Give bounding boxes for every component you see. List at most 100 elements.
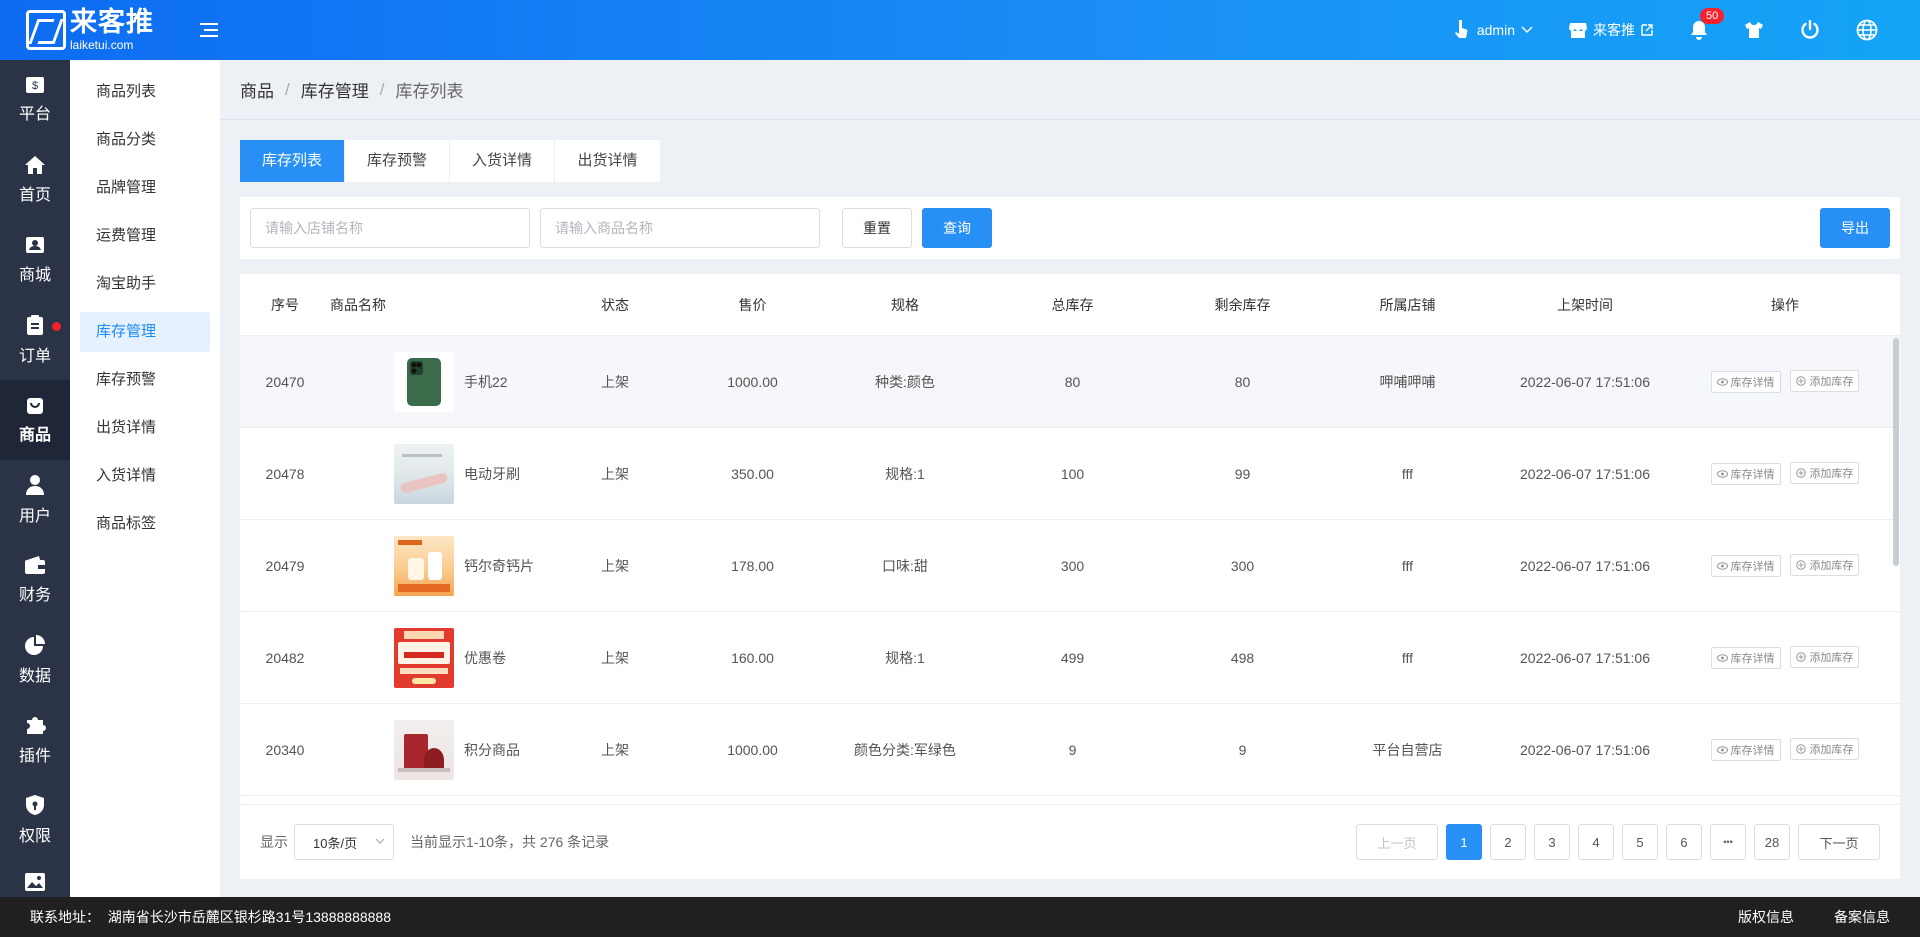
submenu-item-inventory-alert[interactable]: 库存预警 [80, 360, 210, 400]
row-spec: 规格:1 [885, 465, 925, 482]
sidebar-item-data[interactable]: 数据 [0, 620, 70, 700]
sidebar-item-finance[interactable]: 财务 [0, 540, 70, 620]
table-row[interactable]: 20479 钙尔奇钙片 上架 178.00 口味:甜 300 300 fff 2… [240, 520, 1900, 612]
product-name-input[interactable] [540, 208, 820, 248]
column-header: 规格 [891, 296, 919, 313]
tshirt-icon [1745, 22, 1763, 38]
op-label: 添加库存 [1809, 376, 1854, 388]
sidebar-label: 插件 [18, 748, 51, 765]
pagination: 上一页 1 2 3 4 5 6 ••• 28 下一页 [1348, 824, 1880, 860]
sidebar-item-home[interactable]: 首页 [0, 140, 70, 220]
query-button[interactable]: 查询 [922, 208, 992, 248]
table-row[interactable]: 20482 优惠卷 上架 160.00 规格:1 499 498 fff 202… [240, 612, 1900, 704]
submenu-item-product-category[interactable]: 商品分类 [80, 120, 210, 160]
row-total-stock: 100 [1060, 465, 1085, 482]
page-button[interactable]: 4 [1578, 824, 1614, 860]
table-header: 序号 商品名称 状态 售价 规格 总库存 剩余库存 所属店铺 上架时间 操作 [240, 274, 1900, 336]
row-total-stock: 300 [1060, 557, 1085, 574]
page-ellipsis[interactable]: ••• [1710, 824, 1746, 860]
inventory-detail-button[interactable]: 库存详情 [1710, 555, 1781, 577]
add-inventory-button[interactable]: 添加库存 [1790, 554, 1860, 576]
page-button[interactable]: 6 [1666, 824, 1702, 860]
breadcrumb-inventory[interactable]: 库存管理 [301, 77, 369, 102]
shop-link[interactable]: 来客推 [1569, 20, 1654, 40]
inventory-detail-button[interactable]: 库存详情 [1710, 371, 1781, 393]
breadcrumb-products[interactable]: 商品 [240, 77, 274, 102]
logo-mark-icon [26, 10, 66, 50]
page-button[interactable]: 2 [1490, 824, 1526, 860]
row-listed-time: 2022-06-07 17:51:06 [1520, 557, 1650, 574]
submenu-item-inbound[interactable]: 入货详情 [80, 456, 210, 496]
shop-name-input[interactable] [250, 208, 530, 248]
tab-inbound-detail[interactable]: 入货详情 [450, 140, 555, 182]
page-button[interactable]: 3 [1534, 824, 1570, 860]
row-id: 20482 [265, 649, 305, 666]
submenu-item-product-list[interactable]: 商品列表 [80, 72, 210, 112]
inventory-detail-button[interactable]: 库存详情 [1710, 739, 1781, 761]
menu-toggle-icon[interactable] [200, 22, 220, 38]
inventory-detail-button[interactable]: 库存详情 [1710, 463, 1781, 485]
add-inventory-button[interactable]: 添加库存 [1790, 646, 1860, 668]
submenu-item-brand[interactable]: 品牌管理 [80, 168, 210, 208]
shield-icon [26, 795, 44, 815]
inventory-detail-button[interactable]: 库存详情 [1710, 647, 1781, 669]
icp-link[interactable]: 备案信息 [1834, 907, 1890, 927]
table-row[interactable]: 20478 电动牙刷 上架 350.00 规格:1 100 99 fff 202 [240, 428, 1900, 520]
submenu-item-shipping[interactable]: 运费管理 [80, 216, 210, 256]
sidebar-item-permissions[interactable]: 权限 [0, 780, 70, 860]
submenu-item-inventory[interactable]: 库存管理 [80, 312, 210, 352]
page-button[interactable]: 1 [1446, 824, 1482, 860]
breadcrumb: 商品 / 库存管理 / 库存列表 [220, 60, 1920, 120]
sidebar-item-products[interactable]: 商品 [0, 380, 70, 460]
chevron-down-icon [1521, 26, 1533, 34]
language-button[interactable] [1856, 19, 1878, 41]
sidebar-item-orders[interactable]: 订单 [0, 300, 70, 380]
page-size-select[interactable]: 10条/页 [294, 824, 394, 860]
row-product: 积分商品 [330, 719, 560, 780]
prev-page-button[interactable]: 上一页 [1356, 824, 1438, 860]
sidebar-item-platform[interactable]: $ 平台 [0, 60, 70, 140]
reset-button[interactable]: 重置 [842, 208, 912, 248]
tab-inventory-alert[interactable]: 库存预警 [345, 140, 450, 182]
column-header: 操作 [1771, 296, 1799, 313]
next-page-button[interactable]: 下一页 [1798, 824, 1880, 860]
scrollbar-thumb[interactable] [1893, 338, 1899, 566]
footer: 联系地址： 湖南省长沙市岳麓区银杉路31号13888888888 版权信息 备案… [0, 897, 1920, 937]
export-button[interactable]: 导出 [1820, 208, 1890, 248]
app-root: 来客推 laiketui.com admin 来客推 50 $ 平台 首页 商城… [0, 0, 1920, 937]
product-name: 钙尔奇钙片 [464, 557, 534, 574]
table-row[interactable]: 20470 手机22 上架 1000.00 种类:颜色 80 80 呷哺呷哺 2… [240, 336, 1900, 428]
table-row[interactable]: 20340 积分商品 上架 1000.00 颜色分类:军绿色 9 9 平台自营店… [240, 704, 1900, 796]
add-inventory-button[interactable]: 添加库存 [1790, 462, 1860, 484]
eye-icon [1716, 654, 1728, 662]
submenu-item-taobao[interactable]: 淘宝助手 [80, 264, 210, 304]
tab-inventory-list[interactable]: 库存列表 [240, 140, 345, 182]
notifications[interactable]: 50 [1690, 8, 1725, 40]
table-scrollbar[interactable] [1892, 336, 1900, 804]
logout-button[interactable] [1800, 20, 1820, 40]
svg-text:$: $ [32, 80, 38, 92]
product-name: 电动牙刷 [464, 465, 520, 482]
row-status: 上架 [601, 649, 629, 666]
column-header: 剩余库存 [1214, 296, 1271, 313]
add-inventory-button[interactable]: 添加库存 [1790, 738, 1860, 760]
row-shop: fff [1401, 465, 1414, 482]
plus-circle-icon [1796, 744, 1807, 754]
user-menu[interactable]: admin [1453, 20, 1533, 40]
submenu-item-tags[interactable]: 商品标签 [80, 504, 210, 544]
row-listed-time: 2022-06-07 17:51:06 [1520, 741, 1650, 758]
sidebar-item-users[interactable]: 用户 [0, 460, 70, 540]
page-button[interactable]: 5 [1622, 824, 1658, 860]
product-name: 优惠卷 [464, 649, 506, 666]
logo[interactable]: 来客推 laiketui.com [0, 9, 180, 51]
page-button[interactable]: 28 [1754, 824, 1790, 860]
sidebar-item-mall[interactable]: 商城 [0, 220, 70, 300]
tab-outbound-detail[interactable]: 出货详情 [555, 140, 660, 182]
submenu-item-outbound[interactable]: 出货详情 [80, 408, 210, 448]
sidebar-item-plugins[interactable]: 插件 [0, 700, 70, 780]
theme-button[interactable] [1744, 21, 1764, 39]
copyright-link[interactable]: 版权信息 [1738, 907, 1794, 927]
product-thumbnail [394, 443, 454, 504]
add-inventory-button[interactable]: 添加库存 [1790, 370, 1860, 392]
row-remaining-stock: 300 [1230, 557, 1255, 574]
